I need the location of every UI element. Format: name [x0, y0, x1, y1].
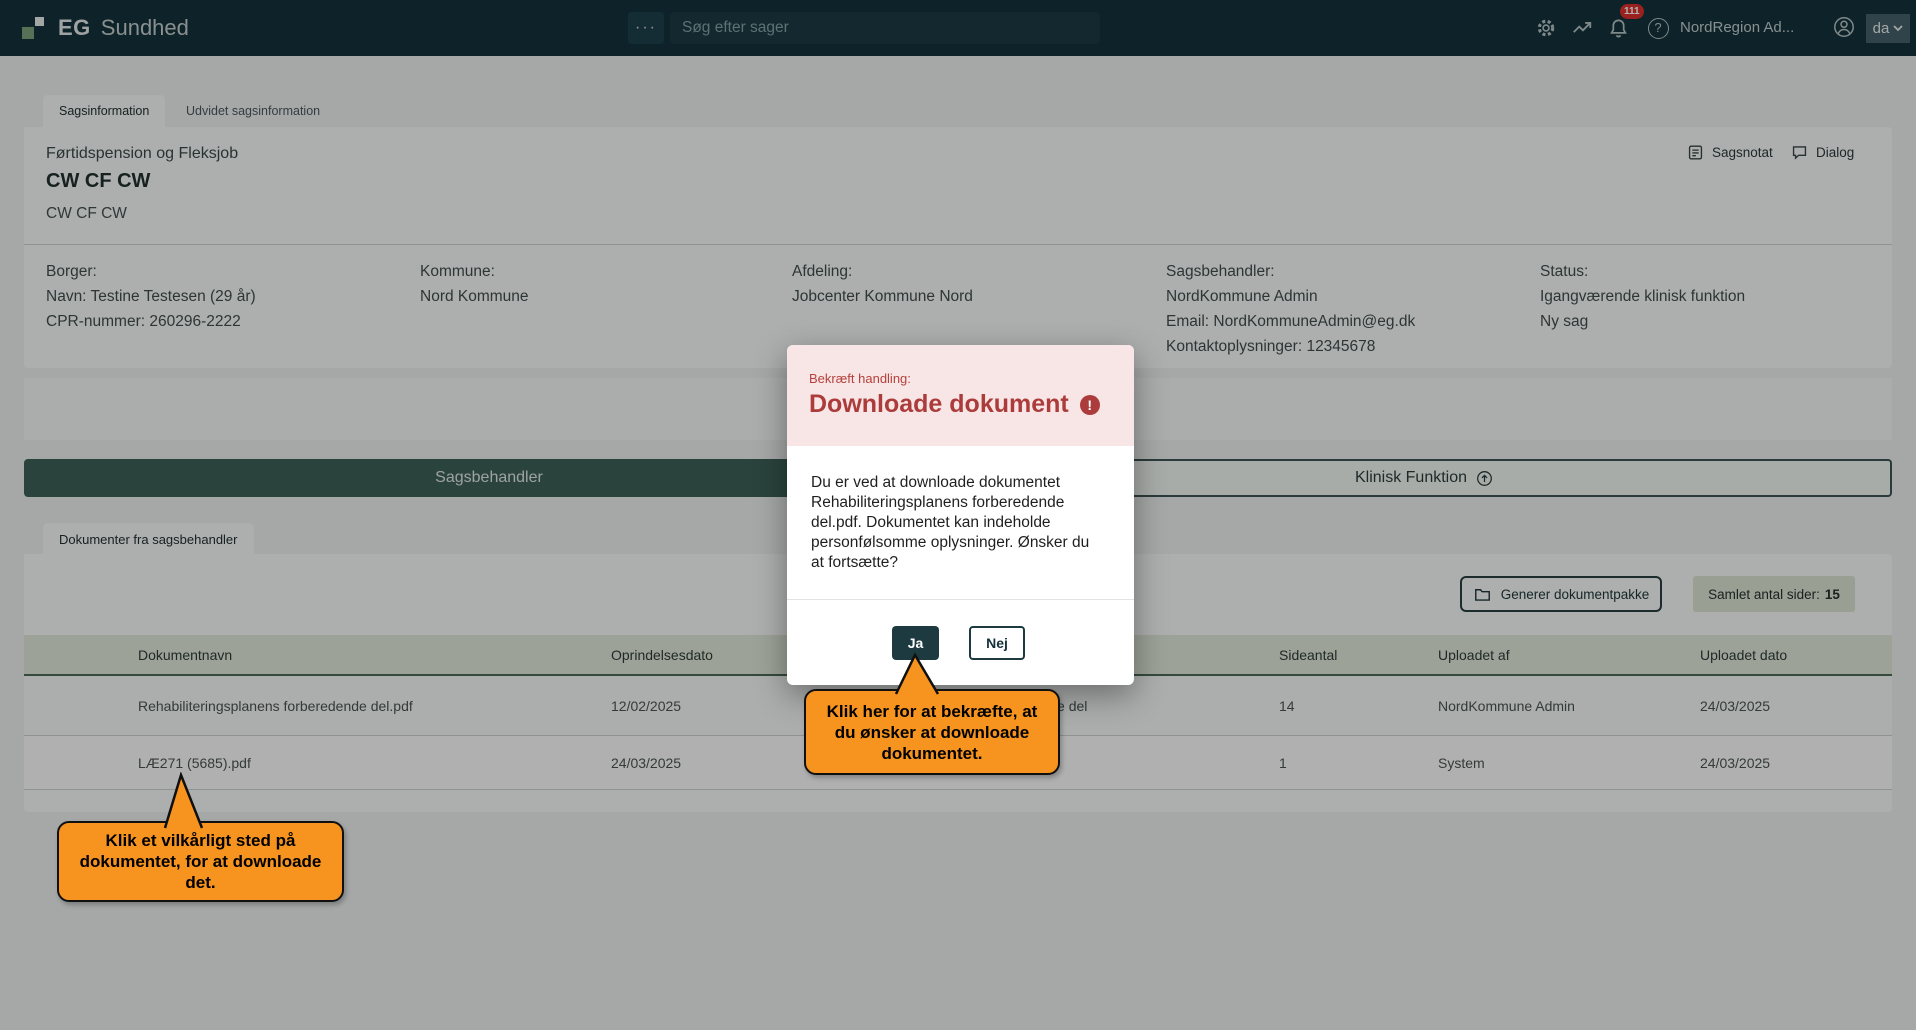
modal-body-text: Du er ved at downloade dokumentet Rehabi…: [811, 473, 1113, 573]
warning-icon: !: [1080, 395, 1100, 415]
divider: [787, 599, 1134, 600]
callout-click-document: Klik et vilkårligt sted på dokumentet, f…: [57, 821, 344, 902]
callout-click-document-tail: [152, 772, 216, 830]
callout-confirm-download: Klik her for at bekræfte, at du ønsker a…: [804, 689, 1060, 775]
modal-title: Downloade dokument: [809, 390, 1069, 419]
modal-kicker: Bekræft handling:: [809, 371, 911, 386]
modal-header: Bekræft handling: Downloade dokument !: [787, 345, 1134, 446]
no-button[interactable]: Nej: [969, 626, 1025, 660]
confirm-download-modal: Bekræft handling: Downloade dokument ! D…: [787, 345, 1134, 685]
callout-confirm-tail: [886, 652, 950, 696]
